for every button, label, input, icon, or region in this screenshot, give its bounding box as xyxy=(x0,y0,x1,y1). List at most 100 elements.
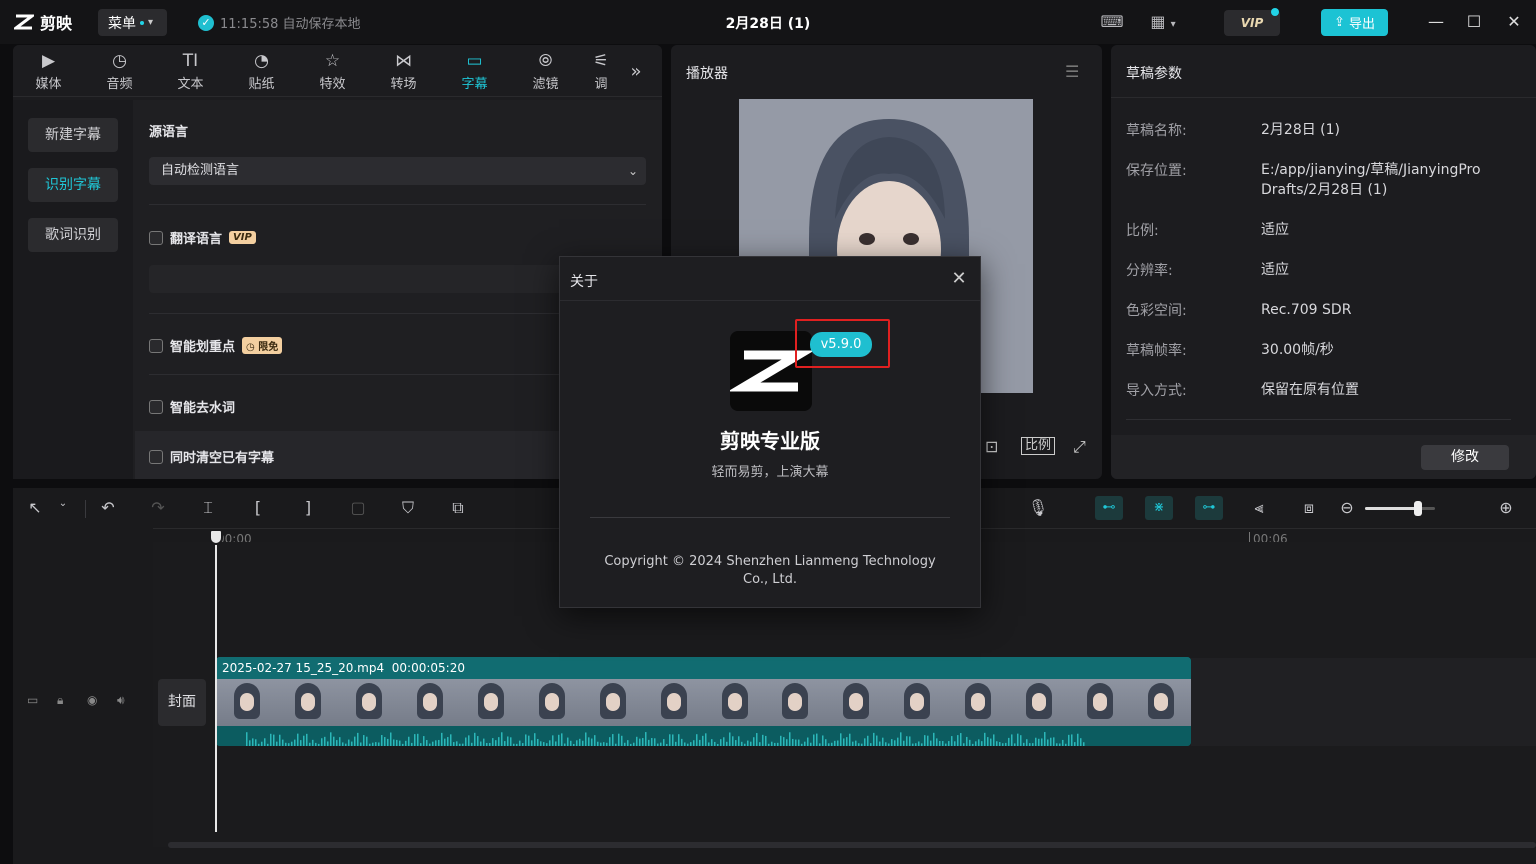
waveform-bar xyxy=(369,743,371,746)
waveform-bar xyxy=(819,743,821,746)
waveform-bar xyxy=(312,739,314,746)
waveform-bar xyxy=(309,742,311,746)
track-headers xyxy=(13,528,153,848)
remove-filler-checkbox[interactable] xyxy=(149,399,163,414)
playhead-handle[interactable] xyxy=(209,529,223,545)
fullscreen-icon[interactable]: ⤢ xyxy=(1073,437,1086,457)
tab-audio[interactable]: ◷ 音频 xyxy=(84,45,155,97)
playhead[interactable] xyxy=(215,532,217,832)
tab-transition[interactable]: ⋈ 转场 xyxy=(368,45,439,97)
waveform-bar xyxy=(894,740,896,746)
remove-filler-option[interactable]: 智能去水词 xyxy=(149,397,235,416)
tab-label: 文本 xyxy=(177,76,204,92)
waveform-bar xyxy=(291,741,293,746)
redo-icon[interactable]: ↷ xyxy=(146,498,170,520)
waveform-bar xyxy=(915,743,917,746)
waveform-bar xyxy=(585,732,587,746)
video-clip[interactable]: 2025-02-27 15_25_20.mp4 00:00:05:20 xyxy=(216,657,1191,746)
thumbnail-face xyxy=(605,693,620,711)
zoom-slider-knob[interactable] xyxy=(1413,501,1422,516)
export-button[interactable]: ⇪ 导出 xyxy=(1321,9,1388,36)
speaker-icon[interactable]: 🔊︎ xyxy=(117,693,125,708)
waveform-bar xyxy=(861,743,863,746)
clip-thumbnail xyxy=(642,679,704,726)
link-icon[interactable]: ⊶ xyxy=(1195,496,1223,520)
waveform-bar xyxy=(561,733,563,746)
translate-checkbox[interactable] xyxy=(149,230,163,245)
waveform-bar xyxy=(705,733,707,746)
waveform-bar xyxy=(858,743,860,746)
tab-filter[interactable]: ⦾ 滤镜 xyxy=(510,45,581,97)
waveform-bar xyxy=(990,738,992,746)
tab-effects[interactable]: ☆ 特效 xyxy=(297,45,368,97)
tab-label: 特效 xyxy=(319,76,346,92)
main-track-magnet-icon[interactable]: ⊷ xyxy=(1095,496,1123,520)
translate-option[interactable]: 翻译语言 VIP xyxy=(149,228,256,247)
new-subtitle-button[interactable]: 新建字幕 xyxy=(28,118,118,152)
marker-icon[interactable]: ⛉ xyxy=(396,498,420,520)
delete-icon[interactable]: ▢ xyxy=(346,498,370,520)
modify-button[interactable]: 修改 xyxy=(1421,445,1509,470)
tab-sticker[interactable]: ◔ 贴纸 xyxy=(226,45,297,97)
clip-thumbnail xyxy=(216,679,277,726)
undo-icon[interactable]: ↶ xyxy=(96,498,120,520)
zoom-out-icon[interactable]: ⊖ xyxy=(1335,498,1359,520)
zoom-slider[interactable] xyxy=(1365,501,1435,516)
select-cursor-icon[interactable]: ↖ xyxy=(23,498,47,520)
lyrics-recognize-button[interactable]: 歌词识别 xyxy=(28,218,118,252)
tab-subtitle[interactable]: ▭ 字幕 xyxy=(439,45,510,97)
waveform-bar xyxy=(363,735,365,746)
waveform-bar xyxy=(258,743,260,746)
chevron-down-icon: ⌄ xyxy=(627,164,638,178)
timeline-scrollbar[interactable] xyxy=(168,842,1536,848)
microphone-icon[interactable]: 🎙 xyxy=(1026,498,1050,520)
clear-existing-checkbox[interactable] xyxy=(149,449,163,464)
auto-snap-icon[interactable]: ⋇ xyxy=(1145,496,1173,520)
close-icon[interactable]: ✕ xyxy=(948,268,970,290)
lock-icon[interactable]: 🔒︎ xyxy=(57,693,63,708)
trim-right-icon[interactable]: ] xyxy=(296,498,320,520)
waveform-bar xyxy=(759,742,761,746)
highlight-checkbox[interactable] xyxy=(149,338,163,353)
zoom-in-icon[interactable]: ⊕ xyxy=(1494,498,1518,520)
trim-left-icon[interactable]: [ xyxy=(246,498,270,520)
waveform-bar xyxy=(930,740,932,746)
waveform-bar xyxy=(249,740,251,746)
waveform-bar xyxy=(399,740,401,746)
tab-adjust[interactable]: ⚟ 调 xyxy=(581,45,621,97)
auto-cut-icon[interactable]: ⧉ xyxy=(446,498,470,520)
ratio-button[interactable]: 比例 xyxy=(1021,437,1056,455)
track-cover-toggle-icon[interactable]: ▭ xyxy=(27,693,38,707)
maximize-icon[interactable]: ☐ xyxy=(1464,12,1484,32)
waveform-bar xyxy=(765,735,767,746)
source-language-value: 自动检测语言 xyxy=(161,163,240,178)
eye-icon[interactable]: ◉ xyxy=(87,693,97,707)
minimize-icon[interactable]: — xyxy=(1426,12,1446,32)
waveform-bar xyxy=(1080,738,1082,746)
preview-axis-icon[interactable]: ⧈ xyxy=(1297,498,1321,520)
close-icon[interactable]: ✕ xyxy=(1504,12,1524,32)
highlight-option[interactable]: 智能划重点 ◷ 限免 xyxy=(149,336,283,355)
waveform-bar xyxy=(948,741,950,746)
menu-button[interactable]: 菜单 ▾ xyxy=(98,9,167,36)
waveform-bar xyxy=(381,735,383,746)
waveform-bar xyxy=(519,740,521,746)
chevron-down-icon[interactable]: ⌄ xyxy=(51,498,75,520)
source-language-select[interactable]: 自动检测语言 ⌄ xyxy=(149,157,646,185)
more-tabs-icon[interactable]: » xyxy=(621,45,651,97)
shortcut-keyboard-icon[interactable]: ⌨ xyxy=(1100,12,1124,32)
fit-screen-icon[interactable]: ⊡ xyxy=(985,437,998,456)
waveform-bar xyxy=(1077,733,1079,746)
align-center-icon[interactable]: ⫷ xyxy=(1247,498,1271,520)
tab-media[interactable]: ▶ 媒体 xyxy=(13,45,84,97)
waveform-bar xyxy=(945,743,947,746)
waveform-bar xyxy=(675,741,677,746)
cover-button[interactable]: 封面 xyxy=(158,679,206,726)
limited-free-badge: ◷ 限免 xyxy=(242,337,283,354)
clear-existing-option[interactable]: 同时清空已有字幕 xyxy=(149,447,274,466)
recognize-subtitle-button[interactable]: 识别字幕 xyxy=(28,168,118,202)
menu-icon[interactable]: ☰ xyxy=(1065,62,1079,81)
tab-text[interactable]: TI 文本 xyxy=(155,45,226,97)
layout-icon[interactable]: ▦ ▾ xyxy=(1143,12,1183,32)
split-icon[interactable]: ⌶ xyxy=(196,498,220,520)
